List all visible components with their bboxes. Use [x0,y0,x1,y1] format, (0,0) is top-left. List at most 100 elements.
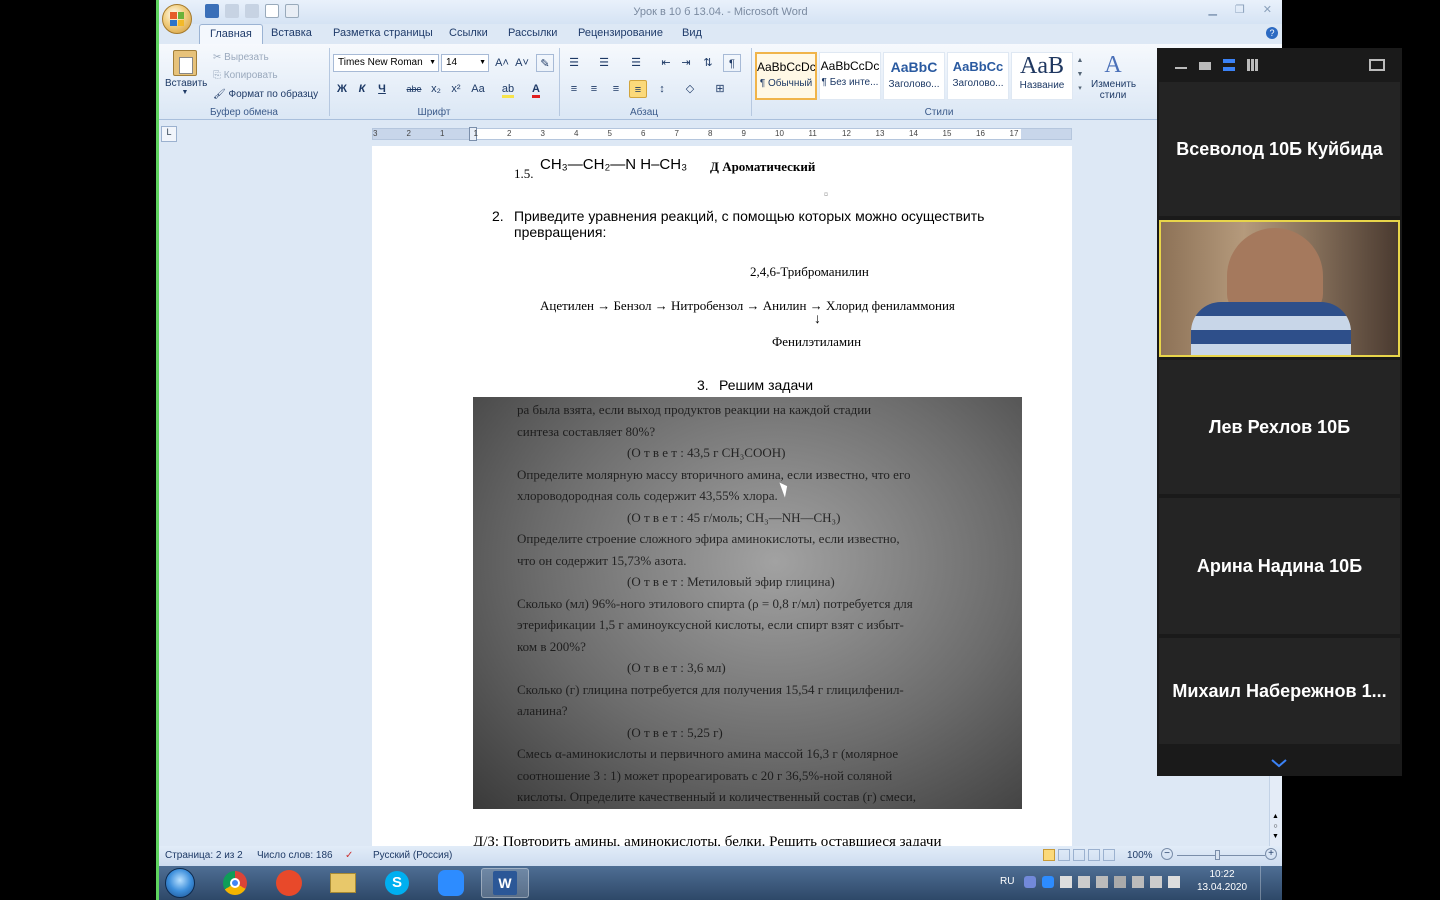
zoom-slider-thumb[interactable] [1215,850,1220,860]
font-size-select[interactable]: 14 ▼ [441,54,489,72]
input-language[interactable]: RU [1000,876,1014,887]
justify-icon[interactable]: ≡ [629,80,647,98]
minimize-icon[interactable]: ▁ [1208,3,1216,16]
underline-button[interactable]: Ч [373,80,391,98]
network-icon[interactable] [1078,876,1090,888]
document-page[interactable]: 1.5. CH₃—CH₂—N H–CH₃ Д Ароматический ¤ 2… [372,146,1072,846]
clear-formatting-icon[interactable]: ✎ [536,54,554,72]
bold-button[interactable]: Ж [333,80,351,98]
thumbnail-view-icon[interactable] [1199,62,1211,70]
participant-tile[interactable]: Михаил Набережнов 1... [1159,638,1400,744]
show-marks-icon[interactable]: ¶ [723,54,741,72]
word-app-icon[interactable]: W [481,868,529,898]
tab-review[interactable]: Рецензирование [578,27,663,39]
minimize-panel-icon[interactable] [1175,67,1187,69]
zoom-out-button[interactable]: − [1161,848,1173,860]
browse-object-icon[interactable]: ▲ ○ ▼ [1272,812,1279,842]
align-center-icon[interactable]: ≡ [585,80,603,98]
power-icon[interactable] [1150,876,1162,888]
grow-font-icon[interactable]: A˄ [493,54,511,72]
active-speaker-tile[interactable] [1159,220,1400,357]
line-spacing-icon[interactable]: ↕ [653,80,671,98]
align-right-icon[interactable]: ≡ [607,80,625,98]
tab-insert[interactable]: Вставка [271,27,312,39]
shading-icon[interactable]: ◇ [681,80,699,98]
decrease-indent-icon[interactable]: ⇤ [657,54,675,72]
media-player-icon[interactable] [265,868,313,898]
chrome-icon[interactable] [211,868,259,898]
style-no-spacing[interactable]: AaBbCcDc ¶ Без инте... [819,52,881,100]
speaker-icon[interactable] [1168,876,1180,888]
style-normal[interactable]: AaBbCcDc ¶ Обычный [755,52,817,100]
tab-view[interactable]: Вид [682,27,702,39]
style-heading-1[interactable]: AaBbC Заголово... [883,52,945,100]
zoom-slider[interactable] [1177,855,1265,856]
styles-scroll-icon[interactable]: ▲ ▼ ▾ [1075,54,1085,98]
zoom-in-button[interactable]: + [1265,848,1277,860]
file-explorer-icon[interactable] [319,868,367,898]
change-styles-button[interactable]: A Изменить стили [1091,52,1136,101]
superscript-button[interactable]: x² [447,80,465,98]
shrink-font-icon[interactable]: A˅ [513,54,531,72]
discord-icon[interactable] [1024,876,1036,888]
tab-selector[interactable]: L [161,126,177,142]
tab-references[interactable]: Ссылки [449,27,488,39]
draft-view-icon[interactable] [1103,849,1115,861]
highlight-icon[interactable]: ab [499,80,517,98]
skype-icon[interactable]: S [373,868,421,898]
zoom-level[interactable]: 100% [1127,850,1153,861]
numbering-icon[interactable]: ☰ [595,54,613,72]
format-painter-button[interactable]: 🖌 Формат по образцу [213,89,318,100]
maximize-icon[interactable]: ❐ [1235,3,1245,16]
zoom-app-icon[interactable] [427,868,475,898]
cut-button[interactable]: ✂ Вырезать [213,52,269,63]
align-left-icon[interactable]: ≡ [565,80,583,98]
full-screen-view-icon[interactable] [1058,849,1070,861]
print-layout-view-icon[interactable] [1043,849,1055,861]
style-title[interactable]: AaB Название [1011,52,1073,100]
borders-icon[interactable]: ⊞ [711,80,729,98]
tab-mailings[interactable]: Рассылки [508,27,557,39]
proofing-icon[interactable]: ✓ [345,850,353,861]
copy-button[interactable]: ⎘ Копировать [213,70,278,81]
help-icon[interactable]: ? [1266,27,1278,39]
chevron-down-icon[interactable] [1270,756,1288,770]
office-button[interactable] [162,4,192,34]
tab-home[interactable]: Главная [199,24,263,44]
display-icon[interactable] [1132,876,1144,888]
style-heading-2[interactable]: AaBbCc Заголово... [947,52,1009,100]
font-name-select[interactable]: Times New Roman ▼ [333,54,439,72]
zoom-tray-icon[interactable] [1042,876,1054,888]
participant-tile[interactable]: Всеволод 10Б Куйбида [1159,82,1400,216]
close-icon[interactable]: ✕ [1263,3,1272,16]
flag-icon[interactable] [1114,876,1126,888]
participant-tile[interactable]: Лев Рехлов 10Б [1159,360,1400,494]
action-center-icon[interactable] [1096,876,1108,888]
sort-icon[interactable]: ⇅ [699,54,717,72]
speaker-view-icon[interactable] [1223,59,1235,71]
multilevel-list-icon[interactable]: ☰ [627,54,645,72]
web-layout-view-icon[interactable] [1073,849,1085,861]
outline-view-icon[interactable] [1088,849,1100,861]
participant-tile[interactable]: Арина Надина 10Б [1159,498,1400,634]
subscript-button[interactable]: x₂ [427,80,445,98]
start-button[interactable] [165,868,195,898]
increase-indent-icon[interactable]: ⇥ [677,54,695,72]
change-case-button[interactable]: Aa [469,80,487,98]
gallery-view-icon[interactable] [1247,59,1259,71]
bullets-icon[interactable]: ☰ [565,54,583,72]
strikethrough-button[interactable]: abe [405,80,423,98]
page-count[interactable]: Страница: 2 из 2 [165,850,243,861]
show-desktop-button[interactable] [1260,866,1268,900]
font-color-icon[interactable]: A [527,80,545,98]
exit-fullscreen-icon[interactable] [1369,59,1385,71]
paste-button[interactable]: Вставить ▼ [165,50,207,102]
italic-button[interactable]: К [353,80,371,98]
clock-date: 13.04.2020 [1196,882,1248,893]
word-count[interactable]: Число слов: 186 [257,850,333,861]
language-status[interactable]: Русский (Россия) [373,850,452,861]
ruler-scale[interactable]: 3 2 1 1 2 3 4 5 6 7 8 9 10 11 12 13 14 15 16 17 [372,127,1072,141]
clock[interactable]: 10:22 13.04.2020 [1194,869,1250,893]
volume-icon[interactable] [1060,876,1072,888]
tab-page-layout[interactable]: Разметка страницы [333,27,433,39]
